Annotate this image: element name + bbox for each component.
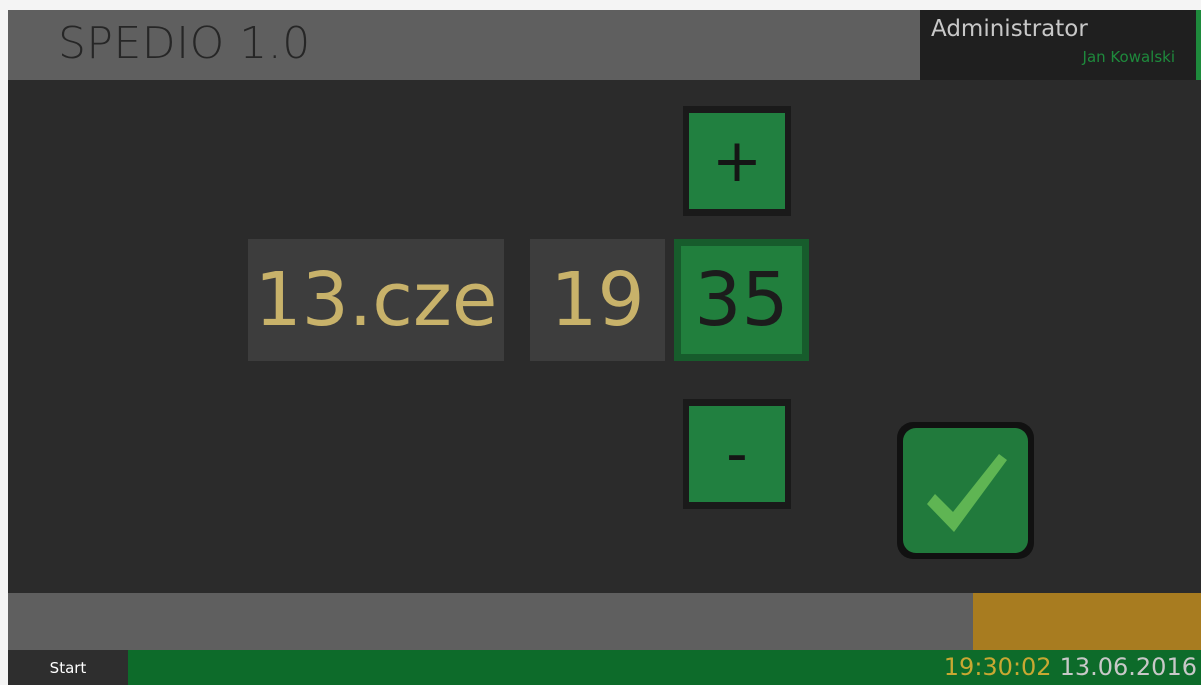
app-title: SPEDIO 1.0 (58, 18, 311, 69)
clock: 19:30:02 13.06.2016 (944, 653, 1197, 681)
plus-icon: + (689, 113, 785, 209)
decrement-button[interactable]: - (683, 399, 791, 509)
date-field[interactable]: 13.cze (248, 239, 504, 361)
status-strip (8, 593, 973, 650)
user-panel: Administrator Jan Kowalski (920, 10, 1201, 80)
minus-icon: - (689, 406, 785, 502)
user-name: Jan Kowalski (1082, 48, 1175, 66)
increment-button[interactable]: + (683, 106, 791, 216)
confirm-button[interactable] (897, 422, 1034, 559)
start-button[interactable]: Start (8, 650, 128, 685)
checkmark-icon (926, 453, 1007, 532)
user-role: Administrator (931, 16, 1088, 42)
app-window: SPEDIO 1.0 Administrator Jan Kowalski + … (8, 10, 1201, 685)
minute-field[interactable]: 35 (674, 239, 809, 361)
hour-field[interactable]: 19 (530, 239, 665, 361)
header: SPEDIO 1.0 Administrator Jan Kowalski (8, 10, 1201, 80)
taskbar: Start 19:30:02 13.06.2016 (8, 650, 1201, 685)
user-accent-bar (1196, 10, 1201, 80)
clock-date: 13.06.2016 (1059, 653, 1197, 681)
title-bar: SPEDIO 1.0 (8, 10, 920, 80)
status-accent (973, 593, 1201, 650)
clock-time: 19:30:02 (943, 653, 1052, 681)
